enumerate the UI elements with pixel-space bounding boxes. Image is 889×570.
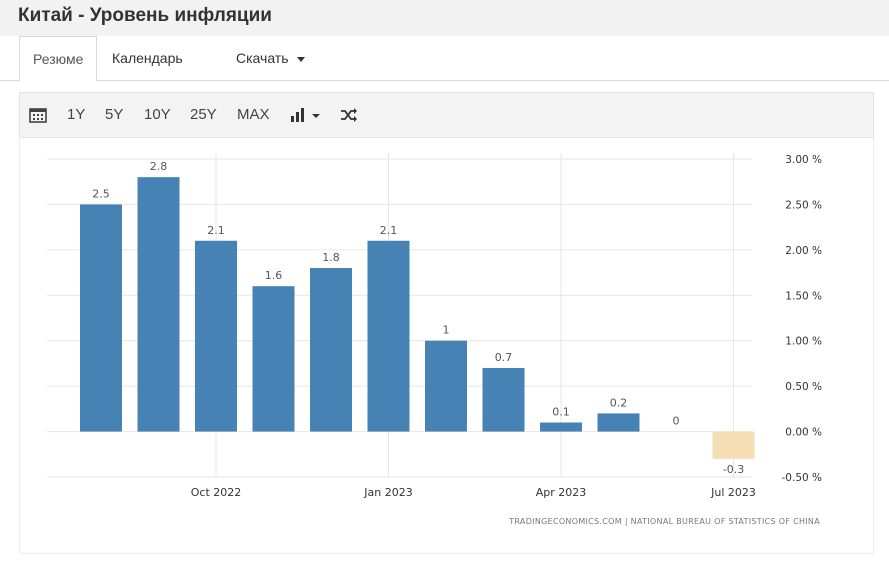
tab-summary[interactable]: Резюме (19, 36, 98, 82)
data-label: 2.1 (207, 224, 225, 237)
data-label: -0.3 (723, 463, 744, 476)
data-label: 2.8 (150, 160, 168, 173)
y-tick-label: 0.50 % (785, 381, 822, 393)
bar-2023-03[interactable] (482, 367, 525, 432)
data-labels: 2.5 2.8 2.1 1.6 1.8 2.1 1 0.7 0.1 0.2 0 -0.3 (92, 160, 744, 476)
x-tick-label: Jul 2023 (710, 486, 756, 499)
bar-2023-02[interactable] (425, 340, 467, 432)
bar-2022-09[interactable] (137, 177, 180, 432)
tab-bar: Резюме Календарь Скачать (0, 36, 889, 82)
data-label: 0.1 (552, 405, 570, 418)
bar-2022-12[interactable] (310, 268, 352, 432)
bar-2023-01[interactable] (367, 240, 410, 432)
bar-2023-04[interactable] (540, 422, 582, 432)
page-title: Китай - Уровень инфляции (18, 5, 272, 26)
y-tick-label: 1.50 % (785, 290, 822, 302)
shuffle-icon[interactable] (340, 93, 358, 137)
y-tick-label: 2.50 % (785, 199, 822, 211)
range-max-button[interactable]: MAX (237, 93, 270, 137)
bar-chart-icon[interactable] (290, 93, 322, 137)
x-tick-label: Jan 2023 (363, 486, 412, 499)
y-tick-label: -0.50 % (782, 472, 823, 484)
calendar-icon[interactable] (29, 93, 47, 137)
bar-2022-10[interactable] (195, 240, 237, 432)
data-label: 0.2 (610, 396, 628, 409)
data-label: 0.7 (495, 351, 513, 364)
data-label: 2.1 (380, 224, 398, 237)
chart-toolbar: 1Y 5Y 10Y 25Y MAX (19, 92, 874, 138)
tab-download[interactable]: Скачать (236, 36, 305, 80)
data-label: 1 (443, 324, 450, 337)
chart-source: TRADINGECONOMICS.COM | NATIONAL BUREAU O… (508, 517, 820, 526)
range-5y-button[interactable]: 5Y (105, 93, 123, 137)
range-25y-button[interactable]: 25Y (190, 93, 217, 137)
bar-series (80, 177, 755, 459)
tab-download-label: Скачать (236, 50, 289, 66)
x-tick-label: Apr 2023 (536, 486, 587, 499)
tab-calendar[interactable]: Календарь (112, 36, 183, 80)
y-axis-ticks: 3.00 % 2.50 % 2.00 % 1.50 % 1.00 % 0.50 % 0.00… (782, 154, 823, 484)
y-tick-label: 2.00 % (785, 245, 822, 257)
x-axis-ticks: Oct 2022 Jan 2023 Apr 2023 Jul 2023 (191, 486, 756, 499)
data-label: 2.5 (92, 187, 110, 200)
title-bar: Китай - Уровень инфляции (0, 0, 889, 37)
data-label: 1.8 (322, 251, 340, 264)
bar-2022-08[interactable] (80, 204, 122, 432)
data-label: 0 (673, 415, 680, 428)
x-tick-label: Oct 2022 (191, 486, 242, 499)
range-1y-button[interactable]: 1Y (67, 93, 85, 137)
y-tick-label: 1.00 % (785, 336, 822, 348)
y-tick-label: 3.00 % (785, 154, 822, 166)
chart-container: 2.5 2.8 2.1 1.6 1.8 2.1 1 0.7 0.1 0.2 0 -0.3 3.00 %… (19, 137, 874, 554)
inflation-bar-chart: 2.5 2.8 2.1 1.6 1.8 2.1 1 0.7 0.1 0.2 0 -0.3 3.00 %… (47, 153, 823, 526)
data-label: 1.6 (265, 269, 283, 282)
bar-2022-11[interactable] (252, 286, 295, 432)
y-tick-label: 0.00 % (785, 427, 822, 439)
range-10y-button[interactable]: 10Y (144, 93, 171, 137)
bar-2023-07[interactable] (712, 431, 755, 459)
caret-down-icon (296, 56, 305, 62)
bar-2023-05[interactable] (597, 413, 640, 432)
